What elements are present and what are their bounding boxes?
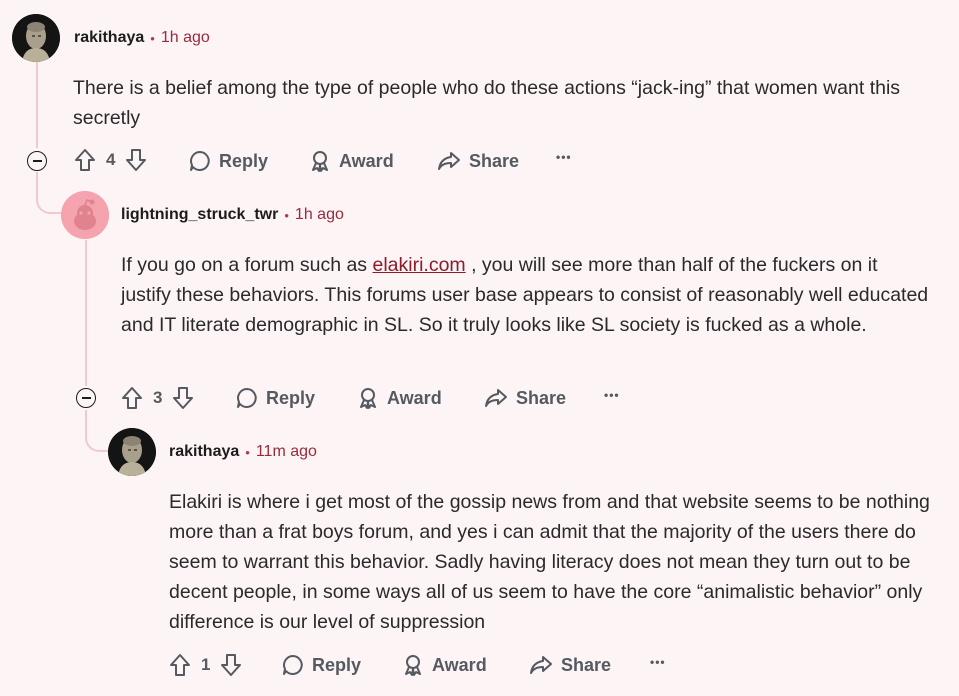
comment-3-body: Elakiri is where i get most of the gossi… [169,491,930,633]
thread-connector-2 [85,410,111,452]
speech-bubble-icon [190,151,210,171]
award-button[interactable]: Award [357,387,442,409]
more-options-button[interactable]: ••• [650,655,666,669]
award-label: Award [339,150,394,171]
reply-button[interactable]: Reply [282,654,361,676]
reply-button[interactable]: Reply [189,150,268,172]
comment-2-header: lightning_struck_twr • 1h ago [121,206,344,224]
share-label: Share [561,654,612,675]
speech-bubble-icon [283,655,303,675]
avatar-rakithaya[interactable] [12,14,60,62]
collapse-minus-icon[interactable] [76,388,96,408]
vote-count: 4 [106,150,116,169]
reply-label: Reply [266,387,316,408]
separator-dot: • [150,30,155,46]
share-arrow-icon [485,389,507,407]
comment-timestamp[interactable]: 11m ago [256,443,317,461]
award-button[interactable]: Award [402,654,487,676]
separator-dot: • [284,207,289,223]
share-arrow-icon [438,152,460,170]
upvote-icon[interactable] [74,148,96,172]
comment-timestamp[interactable]: 1h ago [295,206,344,224]
downvote-icon[interactable] [125,148,147,172]
comment-timestamp[interactable]: 1h ago [161,29,210,47]
separator-dot: • [245,444,250,460]
award-icon [312,151,328,172]
share-button[interactable]: Share [437,150,519,172]
award-icon [405,655,421,676]
share-label: Share [469,150,520,171]
thread-connector-1 [36,172,64,214]
avatar-lightning-struck-twr[interactable] [61,191,109,239]
share-button[interactable]: Share [529,654,611,676]
vote-count: 1 [201,655,211,674]
award-label: Award [432,654,487,675]
comment-author[interactable]: rakithaya [74,29,144,47]
more-options-button[interactable]: ••• [556,150,572,164]
comment-2-body: If you go on a forum such as elakiri.com… [121,250,931,340]
upvote-icon[interactable] [121,386,143,410]
reply-label: Reply [219,150,269,171]
thread-line-2 [85,240,87,386]
award-icon [360,388,376,409]
share-button[interactable]: Share [484,387,566,409]
award-button[interactable]: Award [309,150,394,172]
share-label: Share [516,387,567,408]
vote-count: 3 [153,388,163,407]
thread-line-1 [36,62,38,148]
more-options-button[interactable]: ••• [604,388,620,402]
comment-2-text-start: If you go on a forum such as [121,254,373,276]
speech-bubble-icon [237,388,257,408]
comment-2-vote: 3 [121,386,194,410]
downvote-icon[interactable] [172,386,194,410]
share-arrow-icon [530,656,552,674]
comment-author[interactable]: rakithaya [169,443,239,461]
comment-1-body: There is a belief among the type of peop… [73,77,901,129]
elakiri-link[interactable]: elakiri.com [372,254,465,276]
reply-label: Reply [312,654,362,675]
downvote-icon[interactable] [220,653,242,677]
upvote-icon[interactable] [169,653,191,677]
reply-button[interactable]: Reply [236,387,315,409]
avatar-rakithaya[interactable] [108,428,156,476]
comment-3-vote: 1 [169,653,242,677]
award-label: Award [387,387,442,408]
comment-3-header: rakithaya • 11m ago [169,443,317,461]
collapse-minus-icon[interactable] [27,151,47,171]
comment-1-header: rakithaya • 1h ago [74,29,210,47]
comment-author[interactable]: lightning_struck_twr [121,206,278,224]
comment-1-vote: 4 [74,148,147,172]
